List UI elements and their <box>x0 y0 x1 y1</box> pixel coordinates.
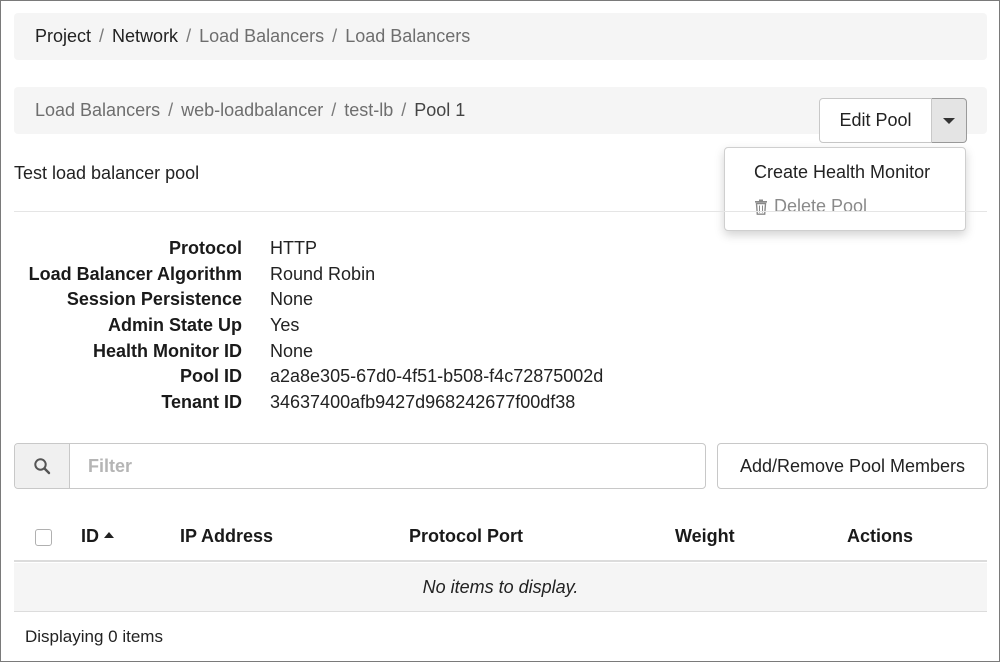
detail-value: Round Robin <box>270 264 376 284</box>
add-remove-pool-members-button[interactable]: Add/Remove Pool Members <box>717 443 988 489</box>
breadcrumb-separator: / <box>168 100 174 120</box>
breadcrumb-separator: / <box>99 26 105 46</box>
filter-search-button[interactable] <box>15 444 70 488</box>
breadcrumb-separator: / <box>401 100 407 120</box>
breadcrumb: Project / Network / Load Balancers / Loa… <box>14 13 987 60</box>
select-all-checkbox[interactable] <box>35 529 52 546</box>
pool-description: Test load balancer pool <box>14 163 200 183</box>
detail-label: Protocol <box>168 238 242 258</box>
empty-table-message: No items to display. <box>14 563 987 612</box>
detail-value: 34637400afb9427d968242677f00df38 <box>270 392 576 412</box>
detail-crumb-load-balancers[interactable]: Load Balancers <box>35 100 160 121</box>
sort-ascending-icon <box>104 532 114 538</box>
delete-pool-menu-item[interactable]: Delete Pool <box>754 196 867 217</box>
column-header-id-label: ID <box>81 526 99 546</box>
detail-value: HTTP <box>270 238 317 258</box>
breadcrumb-separator: / <box>331 100 337 120</box>
members-table-header: ID IP Address Protocol Port Weight Actio… <box>14 512 987 562</box>
breadcrumb-load-balancers-link[interactable]: Load Balancers <box>199 26 324 47</box>
column-header-protocol-port[interactable]: Protocol Port <box>409 526 523 547</box>
search-icon <box>34 458 51 475</box>
filter-group <box>14 443 706 489</box>
actions-dropdown-menu: Create Health Monitor Delete Pool <box>724 147 966 231</box>
detail-value: Yes <box>270 315 300 335</box>
actions-dropdown-toggle[interactable] <box>932 98 967 143</box>
edit-pool-button-group: Edit Pool <box>819 98 967 143</box>
detail-crumb-test-lb[interactable]: test-lb <box>344 100 393 121</box>
detail-value: None <box>270 341 314 361</box>
delete-pool-label: Delete Pool <box>774 196 868 216</box>
caret-down-icon <box>943 117 955 124</box>
detail-label: Load Balancer Algorithm <box>28 264 242 284</box>
detail-label: Tenant ID <box>161 392 242 412</box>
detail-value: a2a8e305-67d0-4f51-b508-f4c72875002d <box>270 366 604 386</box>
trash-icon <box>755 199 767 215</box>
detail-label: Health Monitor ID <box>93 341 242 361</box>
column-header-weight[interactable]: Weight <box>675 526 735 547</box>
edit-pool-button[interactable]: Edit Pool <box>819 98 932 143</box>
breadcrumb-network[interactable]: Network <box>112 26 178 47</box>
breadcrumb-load-balancers-current: Load Balancers <box>345 26 471 46</box>
item-count: Displaying 0 items <box>25 627 163 646</box>
breadcrumb-project[interactable]: Project <box>35 26 91 47</box>
column-header-actions: Actions <box>847 526 914 546</box>
column-header-ip-address[interactable]: IP Address <box>180 526 273 547</box>
detail-crumb-pool: Pool 1 <box>414 100 466 120</box>
detail-value: None <box>270 289 314 309</box>
detail-crumb-web-loadbalancer[interactable]: web-loadbalancer <box>181 100 323 121</box>
breadcrumb-separator: / <box>186 26 192 46</box>
filter-input[interactable] <box>70 444 705 488</box>
breadcrumb-separator: / <box>332 26 338 46</box>
detail-label: Admin State Up <box>107 315 242 335</box>
create-health-monitor-menu-item[interactable]: Create Health Monitor <box>754 162 930 183</box>
column-header-id[interactable]: ID <box>81 526 114 547</box>
detail-label: Session Persistence <box>66 289 242 309</box>
detail-label: Pool ID <box>180 366 242 386</box>
divider <box>14 211 987 212</box>
